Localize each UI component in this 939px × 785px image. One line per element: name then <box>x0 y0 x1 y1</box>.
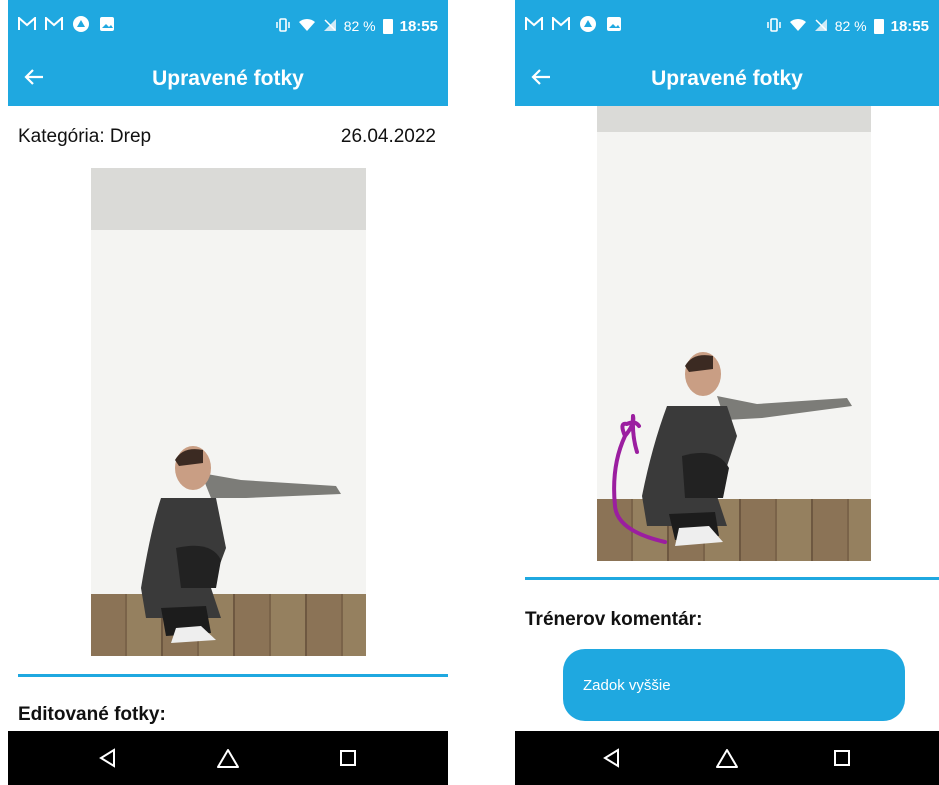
phone-screen-left: 82 % 18:55 Upravené fotky Kategória: Dre… <box>8 0 448 785</box>
meta-row: Kategória: Drep 26.04.2022 <box>18 126 436 148</box>
image-icon <box>99 16 115 36</box>
back-arrow-icon[interactable] <box>8 65 60 93</box>
edited-photos-heading: Editované fotky: <box>18 704 166 725</box>
comment-text: Zadok vyššie <box>583 676 671 694</box>
wifi-icon <box>789 18 807 35</box>
battery-percent: 82 % <box>834 18 867 34</box>
vibrate-icon <box>766 17 782 35</box>
edited-photo[interactable] <box>597 106 871 561</box>
recents-square-icon[interactable] <box>328 738 368 778</box>
person-squat-figure <box>141 446 341 643</box>
comment-heading: Trénerov komentár: <box>525 609 703 630</box>
annotation-arrow-drawing <box>612 414 667 544</box>
recents-square-icon[interactable] <box>822 738 862 778</box>
battery-percent: 82 % <box>343 18 376 34</box>
gmail-icon <box>552 15 570 35</box>
status-bar: 82 % 18:55 <box>8 0 448 52</box>
status-bar: 82 % 18:55 <box>515 0 939 52</box>
section-divider <box>525 577 939 580</box>
system-navbar <box>8 731 448 785</box>
back-arrow-icon[interactable] <box>515 65 567 93</box>
home-icon[interactable] <box>208 738 248 778</box>
clock: 18:55 <box>399 17 438 35</box>
category-label: Kategória: Drep <box>18 126 152 147</box>
back-triangle-icon[interactable] <box>592 738 632 778</box>
phone-screen-right: 82 % 18:55 Upravené fotky Trénerov komen… <box>515 0 939 785</box>
battery-icon <box>382 18 393 34</box>
section-divider <box>18 674 448 677</box>
home-icon[interactable] <box>707 738 747 778</box>
system-navbar <box>515 731 939 785</box>
original-photo[interactable] <box>91 168 366 656</box>
gmail-icon <box>45 15 63 35</box>
app-bar: Upravené fotky <box>515 52 939 106</box>
image-icon <box>606 16 622 36</box>
gmail-icon <box>525 15 543 35</box>
app-icon <box>579 15 597 37</box>
wifi-icon <box>298 18 316 35</box>
detail-content: Kategória: Drep 26.04.2022 Editované fot… <box>8 106 448 731</box>
detail-content: Trénerov komentár: Zadok vyššie <box>515 106 939 731</box>
signal-icon <box>323 18 337 35</box>
app-icon <box>72 15 90 37</box>
date-label: 26.04.2022 <box>340 126 436 147</box>
vibrate-icon <box>275 17 291 35</box>
back-triangle-icon[interactable] <box>88 738 128 778</box>
trainer-comment-bubble: Zadok vyššie <box>563 649 905 721</box>
signal-icon <box>814 18 828 35</box>
page-title: Upravené fotky <box>651 67 803 90</box>
battery-icon <box>873 18 884 34</box>
gmail-icon <box>18 15 36 35</box>
clock: 18:55 <box>890 17 929 35</box>
app-bar: Upravené fotky <box>8 52 448 106</box>
page-title: Upravené fotky <box>152 67 304 90</box>
